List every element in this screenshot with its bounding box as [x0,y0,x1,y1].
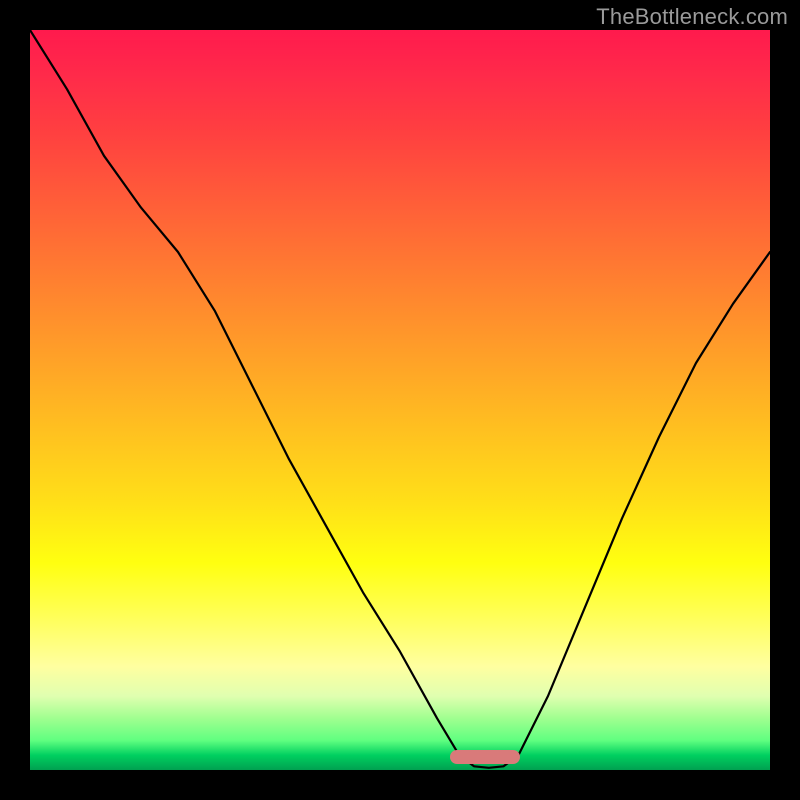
watermark-text: TheBottleneck.com [596,4,788,30]
trough-marker [450,750,520,764]
chart-frame: TheBottleneck.com [0,0,800,800]
curve-svg [30,30,770,770]
bottleneck-curve [30,30,770,768]
plot-area [30,30,770,770]
